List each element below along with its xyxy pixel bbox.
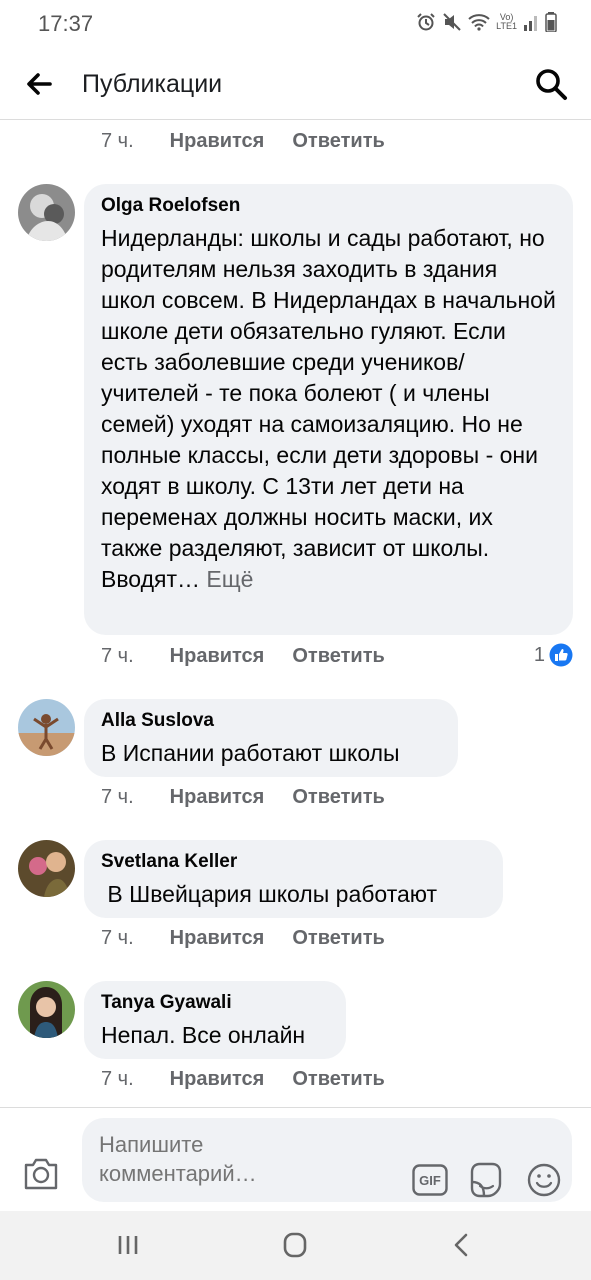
status-icons: Vo) LTE1 [416, 12, 557, 32]
recent-apps-button[interactable] [108, 1229, 148, 1261]
status-time: 17:37 [38, 11, 94, 36]
comment-time: 7 ч. [101, 130, 134, 152]
gif-label: GIF [419, 1173, 441, 1188]
like-button[interactable]: Нравится [170, 927, 265, 950]
home-button[interactable] [275, 1229, 315, 1261]
mute-icon [442, 12, 462, 32]
home-icon [283, 1232, 307, 1258]
recent-apps-icon [118, 1236, 138, 1254]
reply-button[interactable]: Ответить [292, 786, 384, 809]
wifi-icon [468, 13, 490, 31]
signal-icon [523, 13, 539, 31]
like-button[interactable]: Нравится [170, 786, 265, 809]
comment-text: В Швейцария школы работают [101, 881, 438, 907]
like-reaction-icon [549, 643, 573, 667]
back-button[interactable] [18, 64, 62, 104]
sticker-button[interactable] [469, 1162, 503, 1198]
comment-author[interactable]: Svetlana Keller [101, 851, 486, 873]
reaction-summary[interactable]: 1 [534, 643, 573, 667]
comment-bubble: Alla Suslova В Испании работают школы [84, 699, 458, 777]
like-button[interactable]: Нравится [170, 1068, 265, 1091]
see-more-link[interactable]: Ещё [206, 566, 253, 592]
page-title: Публикации [82, 70, 223, 98]
comment-composer: GIF [82, 1118, 572, 1202]
search-icon [536, 69, 567, 100]
comment-input[interactable] [99, 1130, 329, 1188]
comment-text: Непал. Все онлайн [101, 1022, 306, 1048]
volte-icon: Vo) LTE1 [496, 12, 517, 31]
comment-bubble: Tanya Gyawali Непал. Все онлайн [84, 981, 346, 1059]
camera-button[interactable] [22, 1156, 60, 1192]
avatar[interactable] [18, 981, 75, 1038]
comment-text: Нидерланды: школы и сады работают, но ро… [101, 223, 556, 595]
comments-feed[interactable]: 7 ч. Нравится Ответить Olga Roelofsen Ни… [0, 121, 591, 1107]
comment-author[interactable]: Tanya Gyawali [101, 992, 329, 1014]
comment-actions: 7 ч. Нравится Ответить [101, 1068, 385, 1091]
camera-icon [24, 1158, 58, 1190]
comment-time: 7 ч. [101, 645, 134, 667]
emoji-icon [527, 1163, 561, 1197]
comment-actions: 7 ч. Нравится Ответить [101, 786, 385, 809]
network-label: LTE1 [496, 21, 517, 31]
status-bar: 17:37 Vo) LTE1 [0, 0, 591, 48]
back-icon [454, 1233, 468, 1257]
nav-back-button[interactable] [442, 1229, 482, 1261]
comment-actions: 7 ч. Нравится Ответить [101, 645, 385, 668]
emoji-button[interactable] [527, 1163, 561, 1197]
reaction-count: 1 [533, 643, 545, 666]
gif-button[interactable]: GIF [412, 1164, 448, 1196]
comment-author[interactable]: Alla Suslova [101, 710, 441, 732]
arrow-left-icon [27, 73, 52, 95]
like-button[interactable]: Нравится [170, 645, 265, 668]
system-nav-bar [0, 1211, 591, 1280]
avatar[interactable] [18, 184, 75, 241]
comment-time: 7 ч. [101, 1068, 134, 1090]
comment-text: В Испании работают школы [101, 740, 400, 766]
app-header: Публикации [0, 48, 591, 120]
avatar[interactable] [18, 840, 75, 897]
comment-composer-bar: GIF [0, 1107, 591, 1211]
comment-body: Нидерланды: школы и сады работают, но ро… [101, 225, 556, 592]
search-button[interactable] [531, 64, 571, 104]
reply-button[interactable]: Ответить [292, 927, 384, 950]
comment-actions: 7 ч. Нравится Ответить [101, 927, 385, 950]
battery-icon [545, 12, 557, 32]
comment-author[interactable]: Olga Roelofsen [101, 195, 556, 217]
comment-time: 7 ч. [101, 927, 134, 949]
reply-button[interactable]: Ответить [292, 130, 384, 153]
comment-time: 7 ч. [101, 786, 134, 808]
like-button[interactable]: Нравится [170, 130, 265, 153]
reply-button[interactable]: Ответить [292, 1068, 384, 1091]
comment-bubble: Svetlana Keller В Швейцария школы работа… [84, 840, 503, 918]
comment-actions: 7 ч. Нравится Ответить [101, 130, 385, 153]
comment-bubble: Olga Roelofsen Нидерланды: школы и сады … [84, 184, 573, 635]
gif-icon: GIF [412, 1164, 448, 1196]
sticker-icon [470, 1162, 502, 1198]
reply-button[interactable]: Ответить [292, 645, 384, 668]
avatar[interactable] [18, 699, 75, 756]
alarm-icon [416, 12, 436, 32]
